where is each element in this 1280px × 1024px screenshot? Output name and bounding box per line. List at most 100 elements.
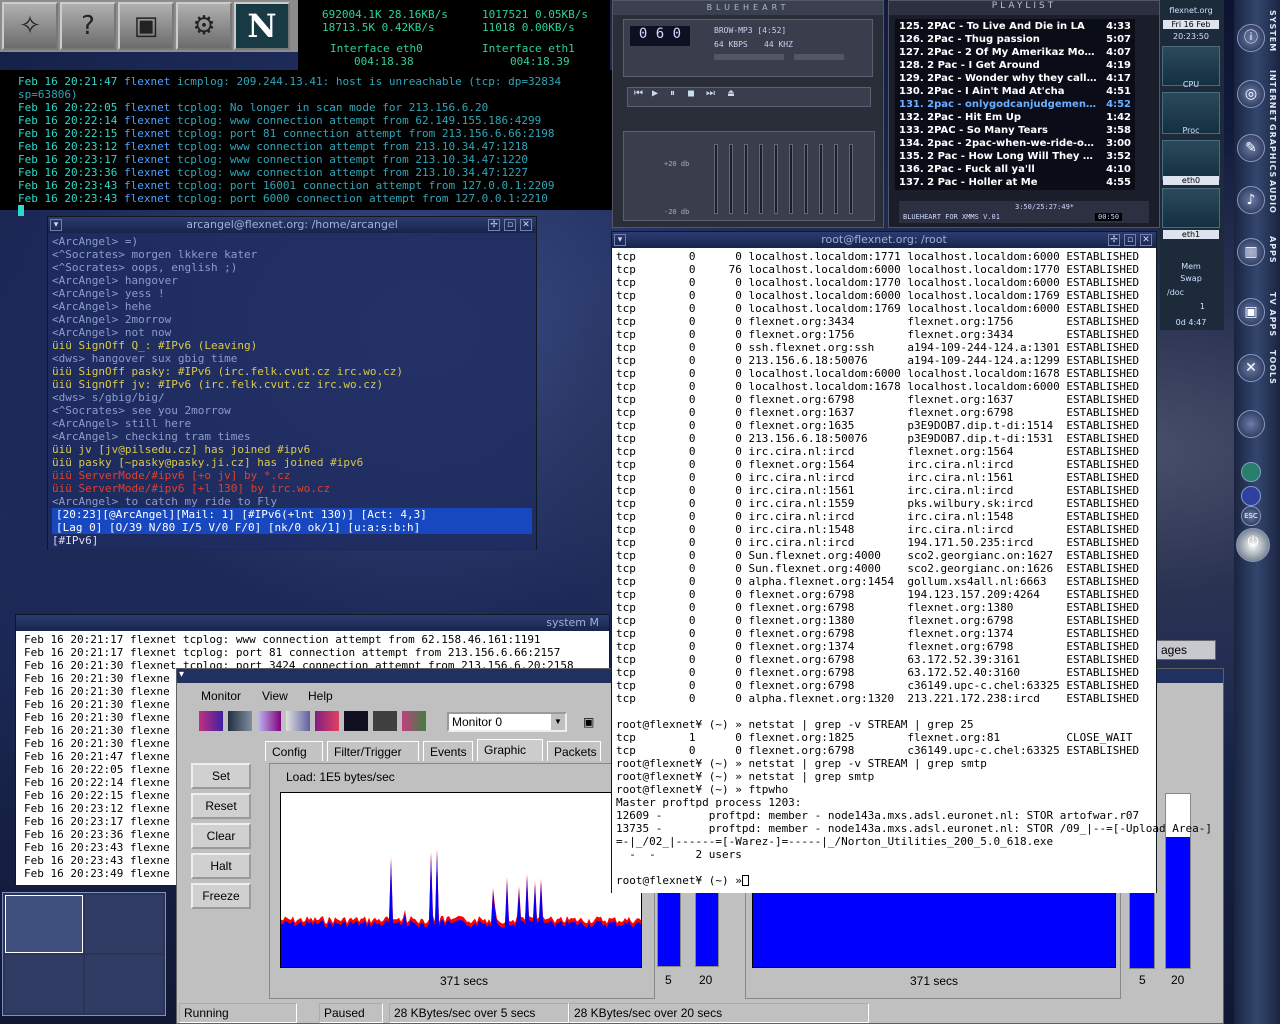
swatch-icon[interactable] [228, 711, 252, 731]
play-icon[interactable]: ▶ [652, 88, 658, 99]
tab-filter-trigger[interactable]: Filter/Trigger [327, 741, 419, 761]
status-paused: Paused [319, 1003, 383, 1023]
minimize-icon[interactable]: ▫ [504, 219, 516, 231]
terminal-line: tcp 0 0 flexnet.org:3434 flexnet.org:175… [616, 315, 1140, 328]
window-menu-icon[interactable]: ▾ [179, 669, 184, 680]
menu-view[interactable]: View [262, 689, 288, 703]
workspace-2[interactable] [85, 895, 163, 953]
eq-slider[interactable] [834, 144, 838, 214]
playlist-item[interactable]: 126. 2Pac - Thug passion 5:07 [899, 33, 1131, 46]
stop-icon[interactable]: ■ [688, 88, 694, 99]
settings-icon[interactable]: ⚙ [176, 2, 232, 50]
workspace-3[interactable] [5, 955, 83, 1013]
playlist-item[interactable]: 132. 2Pac - Hit Em Up 1:42 [899, 111, 1131, 124]
volume-slider[interactable] [714, 54, 784, 60]
irc-terminal-window[interactable]: ▾ arcangel@flexnet.org: /home/arcangel ✢ ▫… [47, 216, 537, 550]
tab-graphic[interactable]: Graphic [477, 739, 543, 761]
playlist-item[interactable]: 133. 2PAC - So Many Tears 3:58 [899, 124, 1131, 137]
green-dock-icon[interactable] [1241, 462, 1261, 482]
close-icon[interactable]: ✕ [1140, 234, 1152, 246]
playlist-status: 3:50/25:27:49* [1015, 203, 1075, 211]
chevron-down-icon[interactable]: ▼ [551, 714, 565, 730]
playlist-item[interactable]: 127. 2Pac - 2 Of My Amerikaz Most Wan...… [899, 46, 1131, 59]
playlist-item[interactable]: 135. 2 Pac - How Long Will They Mourn...… [899, 150, 1131, 163]
dock-label: AUDIO [1268, 180, 1277, 214]
freeze-button[interactable]: Freeze [191, 883, 251, 909]
swatch-icon[interactable] [199, 711, 223, 731]
log-date: Feb 16 20:22:14 [18, 114, 118, 127]
swatch-icon[interactable] [402, 711, 426, 731]
tab-packets[interactable]: Packets [547, 741, 601, 761]
eq-slider[interactable] [729, 144, 733, 214]
playlist-item[interactable]: 130. 2Pac - I Ain't Mad At'cha 4:51 [899, 85, 1131, 98]
eq-slider[interactable] [849, 144, 853, 214]
eject-icon[interactable]: ⏏ [728, 88, 734, 99]
eq-slider[interactable] [744, 144, 748, 214]
blue-dock-icon[interactable] [1241, 486, 1261, 506]
tab-config[interactable]: Config [265, 741, 323, 761]
move-icon[interactable]: ✢ [488, 219, 500, 231]
close-icon[interactable]: ✕ [520, 219, 532, 231]
graphics-icon[interactable]: ✎ [1237, 134, 1265, 162]
tv-apps-icon[interactable]: ▣ [1237, 298, 1265, 326]
eq-slider[interactable] [789, 144, 793, 214]
terminal-line: tcp 0 0 irc.cira.nl:1559 pks.wilbury.sk:… [616, 497, 1140, 510]
playlist-item[interactable]: 125. 2PAC - To Live And Die in LA 4:33 [899, 20, 1131, 33]
playlist-item[interactable]: 137. 2 Pac - Holler at Me 4:55 [899, 176, 1131, 189]
swatch-icon[interactable] [344, 711, 368, 731]
playlist-list[interactable]: 125. 2PAC - To Live And Die in LA 4:33 126… [895, 19, 1135, 190]
save-icon[interactable]: ▣ [583, 715, 594, 729]
menu-help[interactable]: Help [308, 689, 333, 703]
swatch-icon[interactable] [315, 711, 339, 731]
eq-slider[interactable] [804, 144, 808, 214]
eq-slider[interactable] [759, 144, 763, 214]
blank-dock-icon[interactable] [1237, 410, 1265, 438]
playlist-item[interactable]: 128. 2 Pac - I Get Around 4:19 [899, 59, 1131, 72]
swatch-icon[interactable] [373, 711, 397, 731]
next-icon[interactable]: ⏭ [706, 88, 715, 99]
netscape-icon[interactable]: N [234, 2, 290, 50]
set-button[interactable]: Set [191, 763, 251, 789]
apps-icon[interactable]: ▥ [1237, 238, 1265, 266]
workspace-4[interactable] [85, 955, 163, 1013]
tab-events[interactable]: Events [423, 741, 473, 761]
move-icon[interactable]: ✢ [1108, 234, 1120, 246]
eq-slider[interactable] [714, 144, 718, 214]
terminal-output[interactable]: tcp 0 0 localhost.localdom:1771 localhos… [612, 248, 1212, 893]
track-duration: 4:51 [1106, 86, 1131, 97]
irc-body[interactable]: <ArcAngel> =) <^Socrates> morgen lkkere k… [48, 233, 536, 550]
terminal-icon[interactable]: ▣ [118, 2, 174, 50]
halt-button[interactable]: Halt [191, 853, 251, 879]
clear-button[interactable]: Clear [191, 823, 251, 849]
swatch-icon[interactable] [286, 711, 310, 731]
menu-monitor[interactable]: Monitor [201, 689, 241, 703]
workspace-pager[interactable] [2, 892, 166, 1016]
eq-slider[interactable] [819, 144, 823, 214]
playlist-item[interactable]: 129. 2Pac - Wonder why they call u bitch… [899, 72, 1131, 85]
swatch-icon[interactable] [257, 711, 281, 731]
audio-icon[interactable]: ♪ [1237, 186, 1265, 214]
irc-input[interactable]: [#IPv6] [52, 534, 532, 547]
power-icon[interactable]: ⏻ [1236, 528, 1270, 562]
tools-icon[interactable]: ✕ [1237, 354, 1265, 382]
internet-icon[interactable]: ◎ [1237, 80, 1265, 108]
system-icon[interactable]: ⓘ [1237, 24, 1265, 52]
foot-icon[interactable]: ✧ [2, 2, 58, 50]
esc-icon[interactable]: ESC [1241, 506, 1261, 526]
minimize-icon[interactable]: ▫ [1124, 234, 1136, 246]
window-menu-icon[interactable]: ▾ [614, 234, 626, 246]
monitor-select[interactable]: Monitor 0 ▼ [447, 712, 567, 732]
eq-slider[interactable] [774, 144, 778, 214]
dock-label: SYSTEM [1268, 10, 1277, 53]
reset-button[interactable]: Reset [191, 793, 251, 819]
pause-icon[interactable]: ⏸ [670, 88, 675, 99]
workspace-1[interactable] [5, 895, 83, 953]
help-icon[interactable]: ? [60, 2, 116, 50]
playlist-item[interactable]: 136. 2Pac - Fuck all ya'll 4:10 [899, 163, 1131, 176]
playlist-item[interactable]: 134. 2pac - 2pac-when-we-ride-on-our... 3… [899, 137, 1131, 150]
prev-icon[interactable]: ⏮ [634, 88, 643, 99]
window-menu-icon[interactable]: ▾ [50, 219, 62, 231]
playlist-item[interactable]: 131. 2pac - onlygodcanjudgemenow.mp3 4:52 [899, 98, 1131, 111]
root-terminal-window[interactable]: ▾ root@flexnet.org: /root ✢ ▫ ✕ tcp 0 0 loc… [611, 231, 1212, 893]
balance-slider[interactable] [794, 54, 844, 60]
